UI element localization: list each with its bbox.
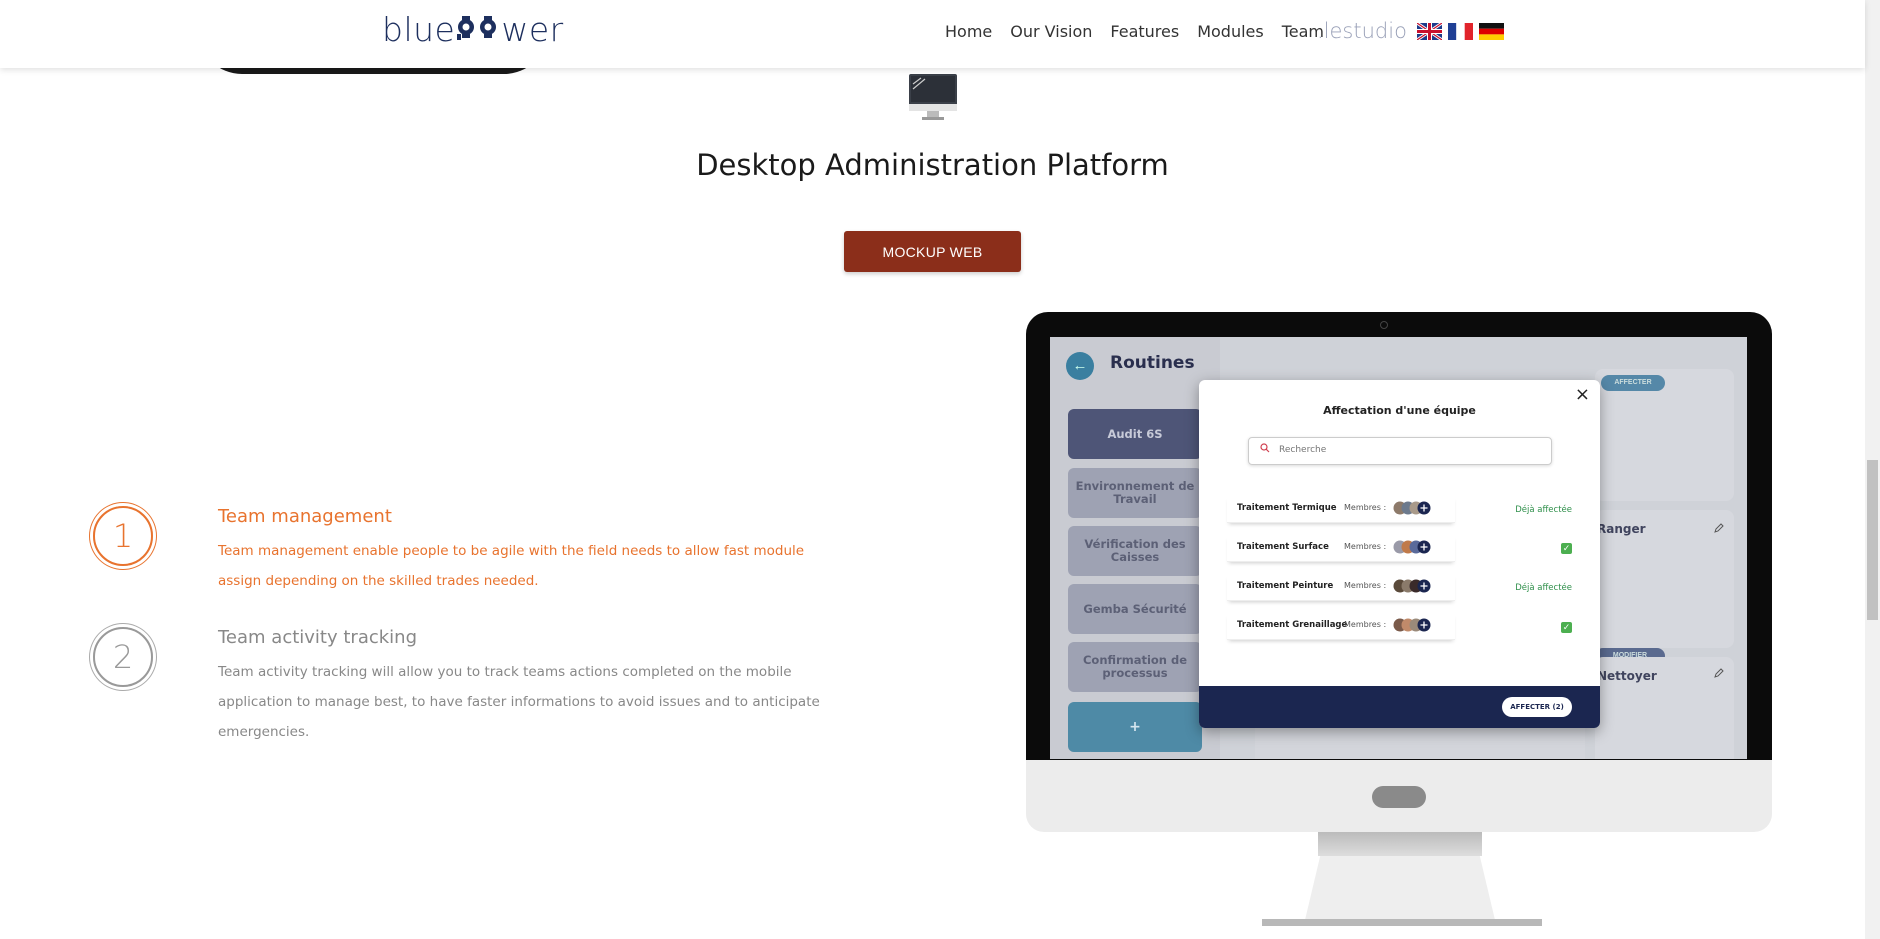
nav-modules[interactable]: Modules xyxy=(1197,22,1264,41)
already-assigned-status: Déjà affectée xyxy=(1515,583,1572,593)
back-arrow-icon[interactable]: ← xyxy=(1066,352,1094,380)
sidebar-item-gemba[interactable]: Gemba Sécurité xyxy=(1068,584,1202,634)
sidebar-item-audit-6s[interactable]: Audit 6S xyxy=(1068,409,1202,459)
imac-stand xyxy=(1305,856,1495,920)
scrollbar[interactable] xyxy=(1865,0,1880,939)
search-icon xyxy=(1260,443,1270,453)
team-search-box[interactable] xyxy=(1248,437,1552,465)
affecter-pill: AFFECTER xyxy=(1601,375,1665,391)
site-header: blue wer Home Our Vision Features Modules… xyxy=(0,0,1865,68)
nav-our-vision[interactable]: Our Vision xyxy=(1010,22,1092,41)
members-label: Membres : xyxy=(1344,542,1387,551)
assign-button[interactable]: AFFECTER (2) xyxy=(1502,697,1572,717)
team-name: Traitement Peinture xyxy=(1237,581,1334,591)
team-row[interactable]: Traitement Surface Membres : xyxy=(1227,535,1455,562)
scrollbar-thumb[interactable] xyxy=(1867,460,1878,620)
member-avatars-icon xyxy=(1393,540,1431,554)
sidebar-add-button[interactable]: + xyxy=(1068,702,1202,752)
feature-title-team-activity: Team activity tracking xyxy=(218,627,418,648)
sidebar-item-environnement[interactable]: Environnement de Travail xyxy=(1068,468,1202,518)
modal-title: Affectation d'une équipe xyxy=(1323,404,1476,417)
nav-features[interactable]: Features xyxy=(1110,22,1179,41)
team-name: Traitement Surface xyxy=(1237,542,1329,552)
members-label: Membres : xyxy=(1344,581,1387,590)
edit-pencil-icon[interactable] xyxy=(1713,667,1725,679)
checkbox-checked[interactable]: ✓ xyxy=(1561,622,1572,633)
card-ranger: Ranger MODIFIER xyxy=(1595,510,1734,664)
lestudio-link[interactable]: .lestudio xyxy=(1317,19,1407,43)
card-affecter: AFFECTER xyxy=(1595,369,1734,501)
mockup-web-button[interactable]: MOCKUP WEB xyxy=(844,231,1021,272)
sidebar-item-verification[interactable]: Vérification des Caisses xyxy=(1068,526,1202,576)
imac-base xyxy=(1262,919,1542,926)
imac-logo-icon xyxy=(1372,786,1426,808)
feature-description-team-activity: Team activity tracking will allow you to… xyxy=(218,664,820,740)
section-title: Desktop Administration Platform xyxy=(696,148,1169,182)
member-avatars-icon xyxy=(1393,618,1431,632)
card-title-nettoyer: Nettoyer xyxy=(1597,669,1657,683)
card-title-ranger: Ranger xyxy=(1597,522,1646,536)
mockup-page-title: Routines xyxy=(1110,353,1195,373)
card-nettoyer: Nettoyer xyxy=(1595,657,1734,759)
mockup-sidebar: ← Routines Audit 6S Environnement de Tra… xyxy=(1050,337,1220,759)
feature-number-1: 1 xyxy=(93,506,153,566)
fr-flag-icon[interactable] xyxy=(1448,23,1473,40)
logo-text-left: blue xyxy=(382,10,456,49)
feature-description-team-management: Team management enable people to be agil… xyxy=(218,543,805,589)
edit-pencil-icon[interactable] xyxy=(1713,522,1725,534)
de-flag-icon[interactable] xyxy=(1479,23,1504,40)
checkbox-checked[interactable]: ✓ xyxy=(1561,543,1572,554)
already-assigned-status: Déjà affectée xyxy=(1515,505,1572,515)
logo-text-right: wer xyxy=(501,10,564,49)
desktop-monitor-icon xyxy=(909,74,957,120)
imac-camera xyxy=(1380,321,1388,329)
feature-title-team-management: Team management xyxy=(218,506,392,527)
team-name: Traitement Termique xyxy=(1237,503,1337,513)
search-input[interactable] xyxy=(1277,444,1541,456)
assign-team-modal: × Affectation d'une équipe Traitement Te… xyxy=(1199,380,1600,728)
member-avatars-icon xyxy=(1393,501,1431,515)
team-row[interactable]: Traitement Peinture Membres : xyxy=(1227,574,1455,601)
sidebar-item-confirmation[interactable]: Confirmation de processus xyxy=(1068,642,1202,692)
gear-logo-icon xyxy=(457,16,497,40)
team-row[interactable]: Traitement Grenaillage Membres : xyxy=(1227,613,1455,640)
nav-home[interactable]: Home xyxy=(945,22,992,41)
feature-number-2: 2 xyxy=(93,627,153,687)
imac-screen: ← Routines Audit 6S Environnement de Tra… xyxy=(1050,337,1747,759)
uk-flag-icon[interactable] xyxy=(1417,23,1442,40)
close-icon[interactable]: × xyxy=(1575,384,1590,405)
main-nav: Home Our Vision Features Modules Team xyxy=(945,22,1342,41)
member-avatars-icon xyxy=(1393,579,1431,593)
bluepower-logo[interactable]: blue wer xyxy=(382,10,564,49)
members-label: Membres : xyxy=(1344,620,1387,629)
members-label: Membres : xyxy=(1344,503,1387,512)
imac-neck xyxy=(1318,832,1482,856)
team-name: Traitement Grenaillage xyxy=(1237,620,1348,630)
modal-footer: AFFECTER (2) xyxy=(1199,686,1600,728)
team-row[interactable]: Traitement Termique Membres : xyxy=(1227,496,1455,523)
